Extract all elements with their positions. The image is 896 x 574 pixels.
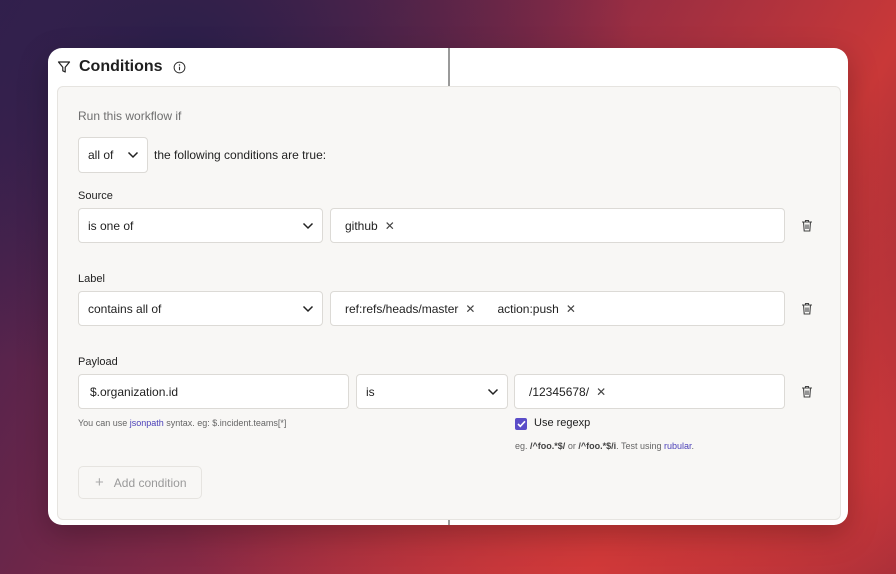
conditions-panel: Run this workflow if all of the followin… [57,86,841,520]
use-regexp-checkbox[interactable] [515,418,527,430]
label-label: Label [78,273,105,285]
regexp-example: /^foo.*$/ [530,441,566,451]
chevron-down-icon [127,151,139,159]
value-chip: action:push ✕ [497,302,575,316]
value-chip: github ✕ [345,219,395,233]
help-text: . Test using [616,441,662,451]
trash-icon[interactable] [801,302,813,315]
divider [448,48,450,86]
chevron-down-icon [302,305,314,312]
value-chip: /12345678/ ✕ [529,385,606,399]
label-values-input[interactable]: ref:refs/heads/master ✕ action:push ✕ [330,291,785,326]
payload-operator-select[interactable]: is [356,374,508,409]
match-suffix: the following conditions are true: [154,148,327,162]
help-text: You can use [78,418,128,428]
value-chip: ref:refs/heads/master ✕ [345,302,475,316]
chip-label: ref:refs/heads/master [345,301,459,316]
trash-icon[interactable] [801,219,813,232]
payload-path-input[interactable]: $.organization.id [78,374,349,409]
payload-operator-value: is [366,384,375,399]
help-text: or [567,441,576,451]
close-icon[interactable]: ✕ [465,303,475,315]
check-icon [516,420,526,428]
plus-icon: + [95,474,104,491]
conditions-card: Conditions Run this workflow if all of t… [48,48,848,525]
payload-path-value: $.organization.id [90,384,179,399]
source-operator-select[interactable]: is one of [78,208,323,243]
source-label: Source [78,190,113,202]
source-values-input[interactable]: github ✕ [330,208,785,243]
jsonpath-help: You can use jsonpath syntax. eg: $.incid… [78,418,286,428]
trash-icon[interactable] [801,385,813,398]
source-operator-value: is one of [88,218,134,233]
match-select[interactable]: all of [78,137,148,173]
label-operator-value: contains all of [88,301,162,316]
divider [448,520,450,525]
use-regexp-label: Use regexp [534,417,591,429]
add-condition-label: Add condition [113,475,187,490]
match-select-value: all of [88,148,114,162]
regexp-example: /^foo.*$/i [578,441,617,451]
close-icon[interactable]: ✕ [596,386,606,398]
help-text: eg. [515,441,528,451]
info-icon[interactable] [173,61,186,74]
close-icon[interactable]: ✕ [566,303,576,315]
chip-label: action:push [497,301,559,316]
chip-label: /12345678/ [529,384,590,399]
payload-label: Payload [78,356,118,368]
jsonpath-link[interactable]: jsonpath [130,418,164,428]
chip-label: github [345,218,378,233]
chevron-down-icon [302,222,314,229]
payload-values-input[interactable]: /12345678/ ✕ [514,374,785,409]
filter-icon [57,61,71,73]
page-title: Conditions [79,58,163,75]
label-operator-select[interactable]: contains all of [78,291,323,326]
add-condition-button[interactable]: + Add condition [78,466,202,499]
help-text: . [691,441,695,451]
help-text: syntax. eg: $.incident.teams[*] [166,418,287,428]
close-icon[interactable]: ✕ [385,220,395,232]
rubular-link[interactable]: rubular [664,441,692,451]
regexp-help: eg. /^foo.*$/ or /^foo.*$/i. Test using … [515,441,694,451]
run-label: Run this workflow if [78,109,182,123]
chevron-down-icon [487,388,499,395]
